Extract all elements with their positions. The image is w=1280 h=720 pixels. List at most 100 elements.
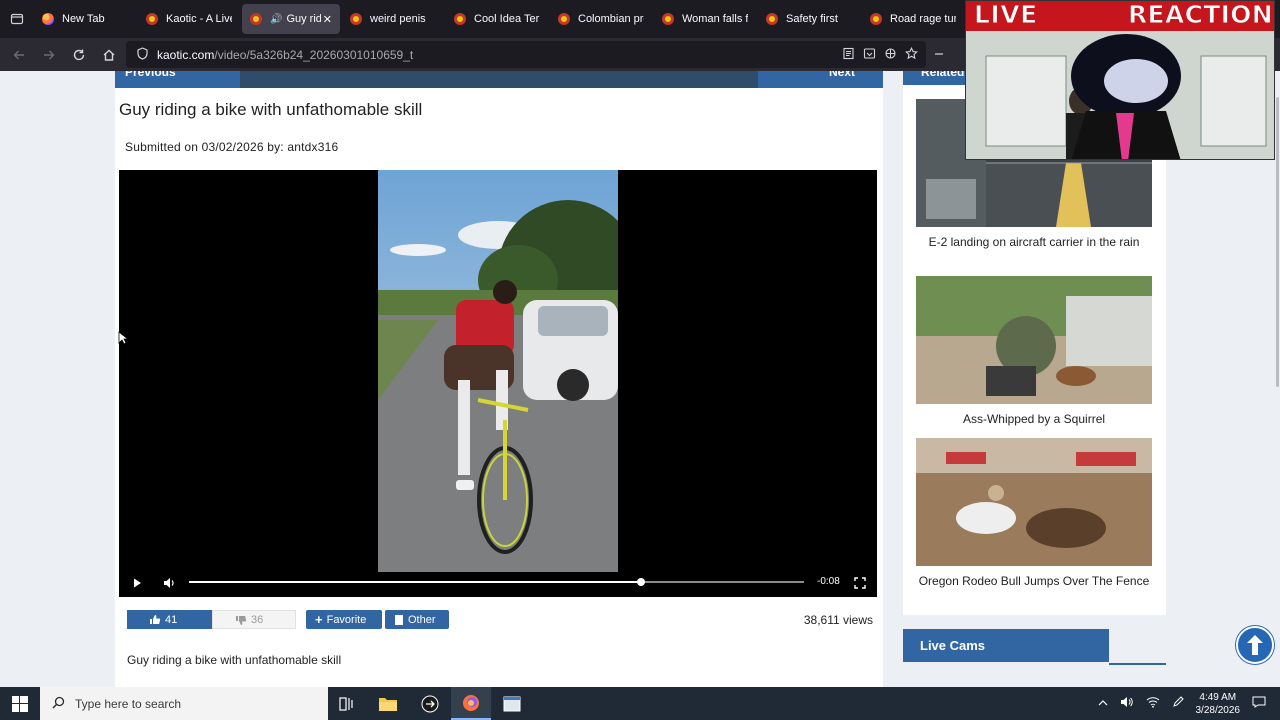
bookmark-star-icon[interactable]	[904, 46, 919, 63]
scroll-to-top-button[interactable]	[1236, 626, 1274, 664]
app-window-icon[interactable]	[492, 687, 532, 720]
url-domain: kaotic.com	[157, 47, 215, 62]
video-player[interactable]: -0:08	[119, 170, 877, 597]
play-icon[interactable]	[131, 576, 143, 594]
chevron-up-icon[interactable]	[1098, 698, 1108, 710]
dislike-count: 36	[251, 613, 264, 626]
related-title[interactable]: Ass-Whipped by a Squirrel	[916, 412, 1152, 426]
kaotic-icon	[350, 13, 362, 25]
taskbar-search[interactable]: Type here to search	[40, 687, 328, 720]
start-button[interactable]	[0, 687, 40, 720]
search-icon	[52, 696, 65, 712]
like-count: 41	[165, 613, 178, 626]
other-label: Other	[408, 613, 436, 626]
next-link[interactable]: Next	[758, 71, 883, 88]
tab-label: Woman falls fr	[682, 13, 748, 25]
video-panel: Previous Next Guy riding a bike with unf…	[115, 71, 883, 687]
seek-bar[interactable]	[189, 578, 804, 586]
file-explorer-icon[interactable]	[368, 687, 408, 720]
favorite-label: Favorite	[326, 613, 367, 626]
task-view-icon[interactable]	[327, 687, 367, 720]
previous-link[interactable]: Previous	[115, 71, 240, 88]
kaotic-icon	[662, 13, 674, 25]
url-bar[interactable]: kaotic.com/video/5a326b24_20260301010659…	[126, 41, 926, 68]
forward-icon[interactable]	[34, 40, 64, 70]
tab-guy-riding-active[interactable]: 🔊 Guy ridi ✕	[242, 4, 340, 34]
kaotic-icon	[250, 13, 262, 25]
seek-bar-played	[189, 581, 642, 583]
kaotic-icon	[454, 13, 466, 25]
reload-icon[interactable]	[64, 40, 94, 70]
page-scrollbar[interactable]	[1274, 71, 1280, 687]
reader-view-icon[interactable]	[842, 47, 855, 63]
site-info-icon[interactable]	[136, 46, 149, 63]
video-description: Guy riding a bike with unfathomable skil…	[127, 653, 342, 667]
url-path: /video/5a326b24_20260301010659_t	[214, 47, 414, 62]
related-item[interactable]: Oregon Rodeo Bull Jumps Over The Fence	[916, 438, 1152, 588]
related-item[interactable]: Ass-Whipped by a Squirrel	[916, 276, 1152, 426]
network-icon[interactable]	[1146, 696, 1160, 711]
related-title[interactable]: Oregon Rodeo Bull Jumps Over The Fence	[916, 574, 1152, 588]
tab-safety-first[interactable]: Safety first	[758, 4, 860, 34]
web-page: Previous Next Guy riding a bike with unf…	[0, 71, 1280, 687]
seek-thumb[interactable]	[637, 578, 646, 586]
live-cams-heading[interactable]: Live Cams	[903, 629, 1109, 662]
tab-kaotic-live[interactable]: Kaotic - A Live	[138, 4, 240, 34]
player-controls: -0:08	[119, 569, 877, 597]
dislike-button[interactable]: 36	[212, 610, 296, 629]
tab-label: weird penis	[370, 13, 426, 25]
firefox-taskbar-icon[interactable]	[451, 687, 491, 720]
tab-label: Road rage turn	[890, 13, 956, 25]
home-icon[interactable]	[94, 40, 124, 70]
tab-new-tab[interactable]: New Tab	[34, 4, 136, 34]
kaotic-icon	[870, 13, 882, 25]
like-button[interactable]: 41	[127, 610, 212, 629]
speaker-icon[interactable]: 🔊	[270, 14, 282, 25]
tab-colombian[interactable]: Colombian pro	[550, 4, 652, 34]
kaotic-icon	[146, 13, 158, 25]
tab-label: Guy ridi	[286, 13, 321, 25]
live-cams-underline	[1109, 663, 1166, 665]
kaotic-icon	[766, 13, 778, 25]
other-button[interactable]: Other	[385, 610, 449, 629]
tab-label: Safety first	[786, 13, 838, 25]
related-thumbnail[interactable]	[916, 276, 1152, 404]
tab-woman-falls[interactable]: Woman falls fr	[654, 4, 756, 34]
plus-icon: +	[315, 612, 323, 627]
reaction-label: REACTION	[1128, 0, 1274, 30]
video-actions: 41 36 + Favorite Other 38,611 views	[127, 610, 877, 630]
save-to-pocket-icon[interactable]	[863, 47, 876, 63]
arrow-up-icon	[1247, 635, 1263, 655]
notifications-icon[interactable]	[1252, 696, 1266, 711]
related-title[interactable]: E-2 landing on aircraft carrier in the r…	[916, 235, 1152, 249]
live-reaction-overlay: LIVE REACTION	[965, 0, 1275, 160]
fullscreen-icon[interactable]	[854, 576, 866, 594]
clock[interactable]: 4:49 AM 3/28/2026	[1196, 691, 1241, 717]
volume-icon[interactable]	[163, 576, 176, 594]
tab-weird[interactable]: weird penis	[342, 4, 444, 34]
windows-taskbar: Type here to search 4:49 AM 3/28/2026	[0, 687, 1280, 720]
tab-cool-idea[interactable]: Cool Idea Terri	[446, 4, 548, 34]
close-tab-icon[interactable]: ✕	[323, 13, 332, 26]
windows-icon	[12, 695, 28, 712]
thumbs-up-icon	[149, 614, 161, 628]
related-thumbnail[interactable]	[916, 438, 1152, 566]
media-app-icon[interactable]	[410, 687, 450, 720]
favorite-button[interactable]: + Favorite	[306, 610, 382, 629]
tab-label: Colombian pro	[578, 13, 644, 25]
scrollbar-thumb[interactable]	[1276, 97, 1279, 387]
volume-tray-icon[interactable]	[1120, 696, 1134, 711]
submitted-info: Submitted on 03/02/2026 by: antdx316	[125, 140, 339, 154]
back-icon[interactable]	[4, 40, 34, 70]
document-icon	[395, 614, 403, 625]
pen-icon[interactable]	[1172, 696, 1184, 711]
video-frame[interactable]	[378, 170, 618, 572]
tab-road-rage[interactable]: Road rage turn	[862, 4, 964, 34]
time-remaining: -0:08	[817, 576, 840, 587]
extension-icon[interactable]	[884, 47, 897, 63]
tab-label: New Tab	[62, 13, 105, 25]
live-label: LIVE	[974, 0, 1038, 30]
list-all-tabs-icon[interactable]	[0, 0, 34, 38]
minimize-icon[interactable]	[924, 39, 954, 69]
view-count: 38,611 views	[803, 613, 873, 627]
